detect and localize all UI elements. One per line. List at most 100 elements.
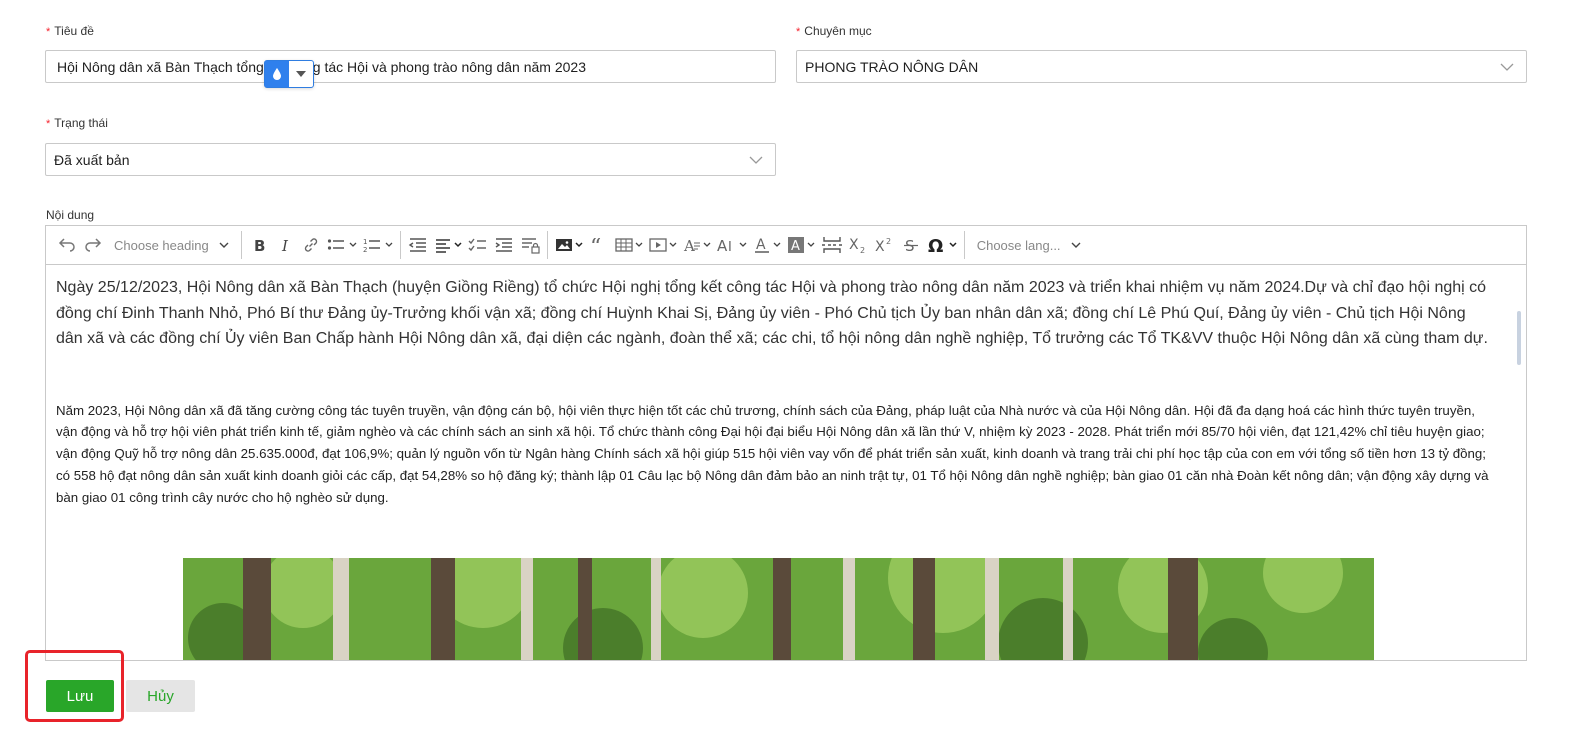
page-break-button[interactable] bbox=[818, 231, 846, 259]
subscript-icon: X2 bbox=[849, 237, 865, 253]
chevron-down-icon bbox=[739, 242, 747, 247]
font-color-icon: A bbox=[754, 237, 769, 253]
svg-text:X: X bbox=[849, 237, 859, 253]
code-language-dropdown[interactable]: Choose lang... bbox=[969, 231, 1089, 259]
indent-icon bbox=[495, 238, 512, 252]
todo-list-button[interactable] bbox=[465, 231, 491, 259]
chevron-down-icon bbox=[703, 242, 711, 247]
chevron-down-icon bbox=[949, 242, 957, 248]
italic-icon: I bbox=[281, 237, 289, 253]
chevron-down-icon bbox=[1500, 63, 1514, 71]
align-button[interactable] bbox=[431, 231, 465, 259]
rich-text-editor[interactable]: Choose heading B I 12 “ A A I A A X 2 X … bbox=[45, 225, 1527, 661]
heading-dropdown[interactable]: Choose heading bbox=[106, 231, 237, 259]
chevron-down-icon bbox=[385, 242, 393, 247]
numbered-list-icon: 12 bbox=[363, 238, 380, 253]
content-label: Nội dung bbox=[46, 208, 95, 222]
font-color-button[interactable]: A bbox=[750, 231, 784, 259]
svg-text:2: 2 bbox=[886, 237, 891, 246]
special-characters-button[interactable]: Ω bbox=[924, 231, 960, 259]
blockquote-button[interactable]: “ bbox=[586, 231, 612, 259]
chevron-down-icon bbox=[807, 242, 815, 247]
quote-icon: “ bbox=[590, 238, 601, 252]
link-icon bbox=[304, 238, 317, 252]
toolbar-divider bbox=[963, 231, 965, 259]
table-icon bbox=[615, 238, 633, 252]
insert-media-button[interactable] bbox=[646, 231, 680, 259]
forest-photo[interactable] bbox=[183, 558, 1374, 660]
title-input[interactable]: Hội Nông dân xã Bàn Thạch tổng kết công … bbox=[45, 50, 776, 83]
toolbar-divider bbox=[546, 231, 548, 259]
font-family-button[interactable]: A bbox=[680, 231, 714, 259]
chevron-down-icon bbox=[635, 242, 643, 247]
omega-icon: Ω bbox=[928, 236, 943, 254]
status-select-value: Đã xuất bản bbox=[54, 151, 130, 168]
svg-text:“: “ bbox=[590, 238, 601, 252]
restricted-editing-button[interactable] bbox=[517, 231, 543, 259]
svg-text:I: I bbox=[728, 240, 732, 253]
cancel-button[interactable]: Hủy bbox=[126, 680, 195, 712]
chevron-down-icon bbox=[575, 242, 583, 248]
outdent-icon bbox=[408, 238, 426, 252]
svg-text:X: X bbox=[875, 239, 885, 253]
bold-button[interactable]: B bbox=[246, 231, 272, 259]
strikethrough-icon: S bbox=[903, 237, 918, 253]
save-button[interactable]: Lưu bbox=[46, 680, 114, 712]
media-icon bbox=[649, 238, 667, 252]
outdent-button[interactable] bbox=[405, 231, 431, 259]
lead-paragraph[interactable]: Ngày 25/12/2023, Hội Nông dân xã Bàn Thạ… bbox=[56, 275, 1492, 352]
svg-text:1: 1 bbox=[363, 238, 367, 246]
title-input-value: Hội Nông dân xã Bàn Thạch tổng kết công … bbox=[57, 58, 586, 75]
status-select[interactable]: Đã xuất bản bbox=[45, 143, 776, 176]
chevron-down-icon bbox=[349, 242, 357, 247]
svg-text:2: 2 bbox=[860, 246, 865, 253]
chevron-down-icon bbox=[219, 242, 229, 248]
svg-text:A: A bbox=[791, 239, 800, 254]
svg-text:A: A bbox=[756, 237, 766, 253]
italic-button[interactable]: I bbox=[272, 231, 298, 259]
indent-button[interactable] bbox=[491, 231, 517, 259]
todo-list-icon bbox=[468, 238, 486, 252]
insert-image-button[interactable] bbox=[552, 231, 586, 259]
insert-table-button[interactable] bbox=[612, 231, 646, 259]
superscript-icon: X2 bbox=[875, 237, 891, 253]
bullet-list-button[interactable] bbox=[324, 231, 360, 259]
floating-text-widget[interactable] bbox=[264, 60, 314, 88]
chevron-down-icon bbox=[669, 242, 677, 247]
redo-button[interactable] bbox=[80, 231, 106, 259]
category-select[interactable]: PHONG TRÀO NÔNG DÂN bbox=[796, 50, 1527, 83]
category-select-value: PHONG TRÀO NÔNG DÂN bbox=[805, 58, 979, 75]
chevron-down-icon bbox=[749, 156, 763, 164]
category-label: * Chuyên mục bbox=[796, 24, 872, 38]
status-label: * Trạng thái bbox=[46, 116, 108, 130]
title-label: * Tiêu đề bbox=[46, 24, 94, 38]
toolbar-divider bbox=[399, 231, 401, 259]
font-size-button[interactable]: AI bbox=[714, 231, 750, 259]
undo-button[interactable] bbox=[54, 231, 80, 259]
forest-image-graphic bbox=[183, 558, 1374, 660]
redo-icon bbox=[85, 238, 102, 252]
editor-scrollbar[interactable] bbox=[1517, 311, 1521, 365]
subscript-button[interactable]: X2 bbox=[846, 231, 872, 259]
numbered-list-button[interactable]: 12 bbox=[360, 231, 396, 259]
chevron-down-icon[interactable] bbox=[289, 61, 313, 87]
font-size-icon: AI bbox=[717, 237, 732, 253]
body-paragraph[interactable]: Năm 2023, Hội Nông dân xã đã tăng cường … bbox=[56, 400, 1492, 509]
image-icon bbox=[555, 239, 572, 251]
editor-content[interactable]: Ngày 25/12/2023, Hội Nông dân xã Bàn Thạ… bbox=[46, 265, 1526, 660]
svg-text:B: B bbox=[254, 237, 265, 253]
page-break-icon bbox=[821, 237, 842, 253]
svg-text:A: A bbox=[683, 237, 695, 253]
align-left-icon bbox=[435, 239, 450, 253]
superscript-button[interactable]: X2 bbox=[872, 231, 898, 259]
bold-icon: B bbox=[254, 237, 265, 253]
drop-icon[interactable] bbox=[265, 61, 289, 87]
chevron-down-icon bbox=[454, 242, 462, 248]
link-button[interactable] bbox=[298, 231, 324, 259]
svg-text:2: 2 bbox=[363, 246, 367, 253]
svg-text:A: A bbox=[717, 237, 728, 253]
strikethrough-button[interactable]: S bbox=[898, 231, 924, 259]
font-background-color-button[interactable]: A bbox=[784, 231, 818, 259]
lock-list-icon bbox=[521, 238, 540, 254]
bullet-list-icon bbox=[327, 239, 344, 250]
